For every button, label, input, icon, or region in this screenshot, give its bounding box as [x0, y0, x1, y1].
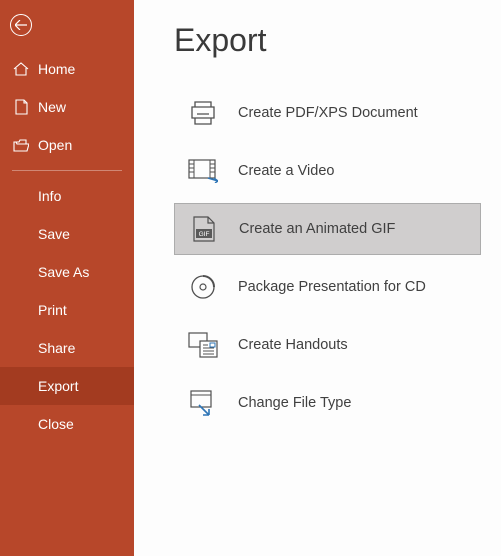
- folder-open-icon: [12, 139, 30, 152]
- export-option-label: Change File Type: [220, 395, 351, 411]
- export-option-package-cd[interactable]: Package Presentation for CD: [174, 261, 481, 313]
- sidebar-item-label: Close: [38, 416, 74, 432]
- sidebar-item-info[interactable]: Info: [0, 177, 134, 215]
- sidebar-item-save[interactable]: Save: [0, 215, 134, 253]
- sidebar-item-home[interactable]: Home: [0, 50, 134, 88]
- filmstrip-icon: [186, 159, 220, 183]
- export-option-label: Create Handouts: [220, 337, 348, 353]
- sidebar-item-label: Save: [38, 226, 70, 242]
- export-option-label: Create PDF/XPS Document: [220, 105, 418, 121]
- export-option-video[interactable]: Create a Video: [174, 145, 481, 197]
- sidebar-item-share[interactable]: Share: [0, 329, 134, 367]
- sidebar-item-label: Print: [38, 302, 67, 318]
- sidebar-secondary-nav: Info Save Save As Print Share Export Clo…: [0, 177, 134, 443]
- backstage-sidebar: Home New Open Info Save Save As Print: [0, 0, 134, 556]
- change-file-type-icon: [186, 389, 220, 417]
- main-panel: Export Create PDF/XPS Document Create a …: [134, 0, 501, 556]
- export-option-label: Package Presentation for CD: [220, 279, 426, 295]
- export-option-handouts[interactable]: Create Handouts: [174, 319, 481, 371]
- export-option-change-file-type[interactable]: Change File Type: [174, 377, 481, 429]
- sidebar-item-open[interactable]: Open: [0, 126, 134, 164]
- sidebar-item-label: Save As: [38, 264, 89, 280]
- export-option-label: Create a Video: [220, 163, 334, 179]
- sidebar-item-label: Home: [30, 61, 75, 77]
- printer-icon: [186, 100, 220, 126]
- sidebar-item-print[interactable]: Print: [0, 291, 134, 329]
- handouts-icon: [186, 332, 220, 358]
- export-option-label: Create an Animated GIF: [221, 221, 395, 237]
- disc-icon: [186, 274, 220, 300]
- gif-file-icon: GIF: [187, 215, 221, 243]
- sidebar-item-label: Info: [38, 188, 61, 204]
- export-option-animated-gif[interactable]: GIF Create an Animated GIF: [174, 203, 481, 255]
- page-title: Export: [174, 22, 481, 59]
- sidebar-primary-nav: Home New Open: [0, 44, 134, 164]
- home-icon: [12, 62, 30, 76]
- sidebar-item-export[interactable]: Export: [0, 367, 134, 405]
- sidebar-divider: [12, 170, 122, 171]
- new-file-icon: [12, 99, 30, 115]
- back-button[interactable]: [0, 0, 134, 44]
- sidebar-item-new[interactable]: New: [0, 88, 134, 126]
- export-options-list: Create PDF/XPS Document Create a Video G…: [174, 87, 481, 435]
- export-option-pdf-xps[interactable]: Create PDF/XPS Document: [174, 87, 481, 139]
- svg-text:GIF: GIF: [199, 231, 210, 238]
- sidebar-item-close[interactable]: Close: [0, 405, 134, 443]
- sidebar-item-label: Share: [38, 340, 75, 356]
- back-arrow-icon: [10, 14, 32, 36]
- sidebar-item-save-as[interactable]: Save As: [0, 253, 134, 291]
- sidebar-item-label: New: [30, 99, 66, 115]
- sidebar-item-label: Open: [30, 137, 72, 153]
- sidebar-item-label: Export: [38, 378, 78, 394]
